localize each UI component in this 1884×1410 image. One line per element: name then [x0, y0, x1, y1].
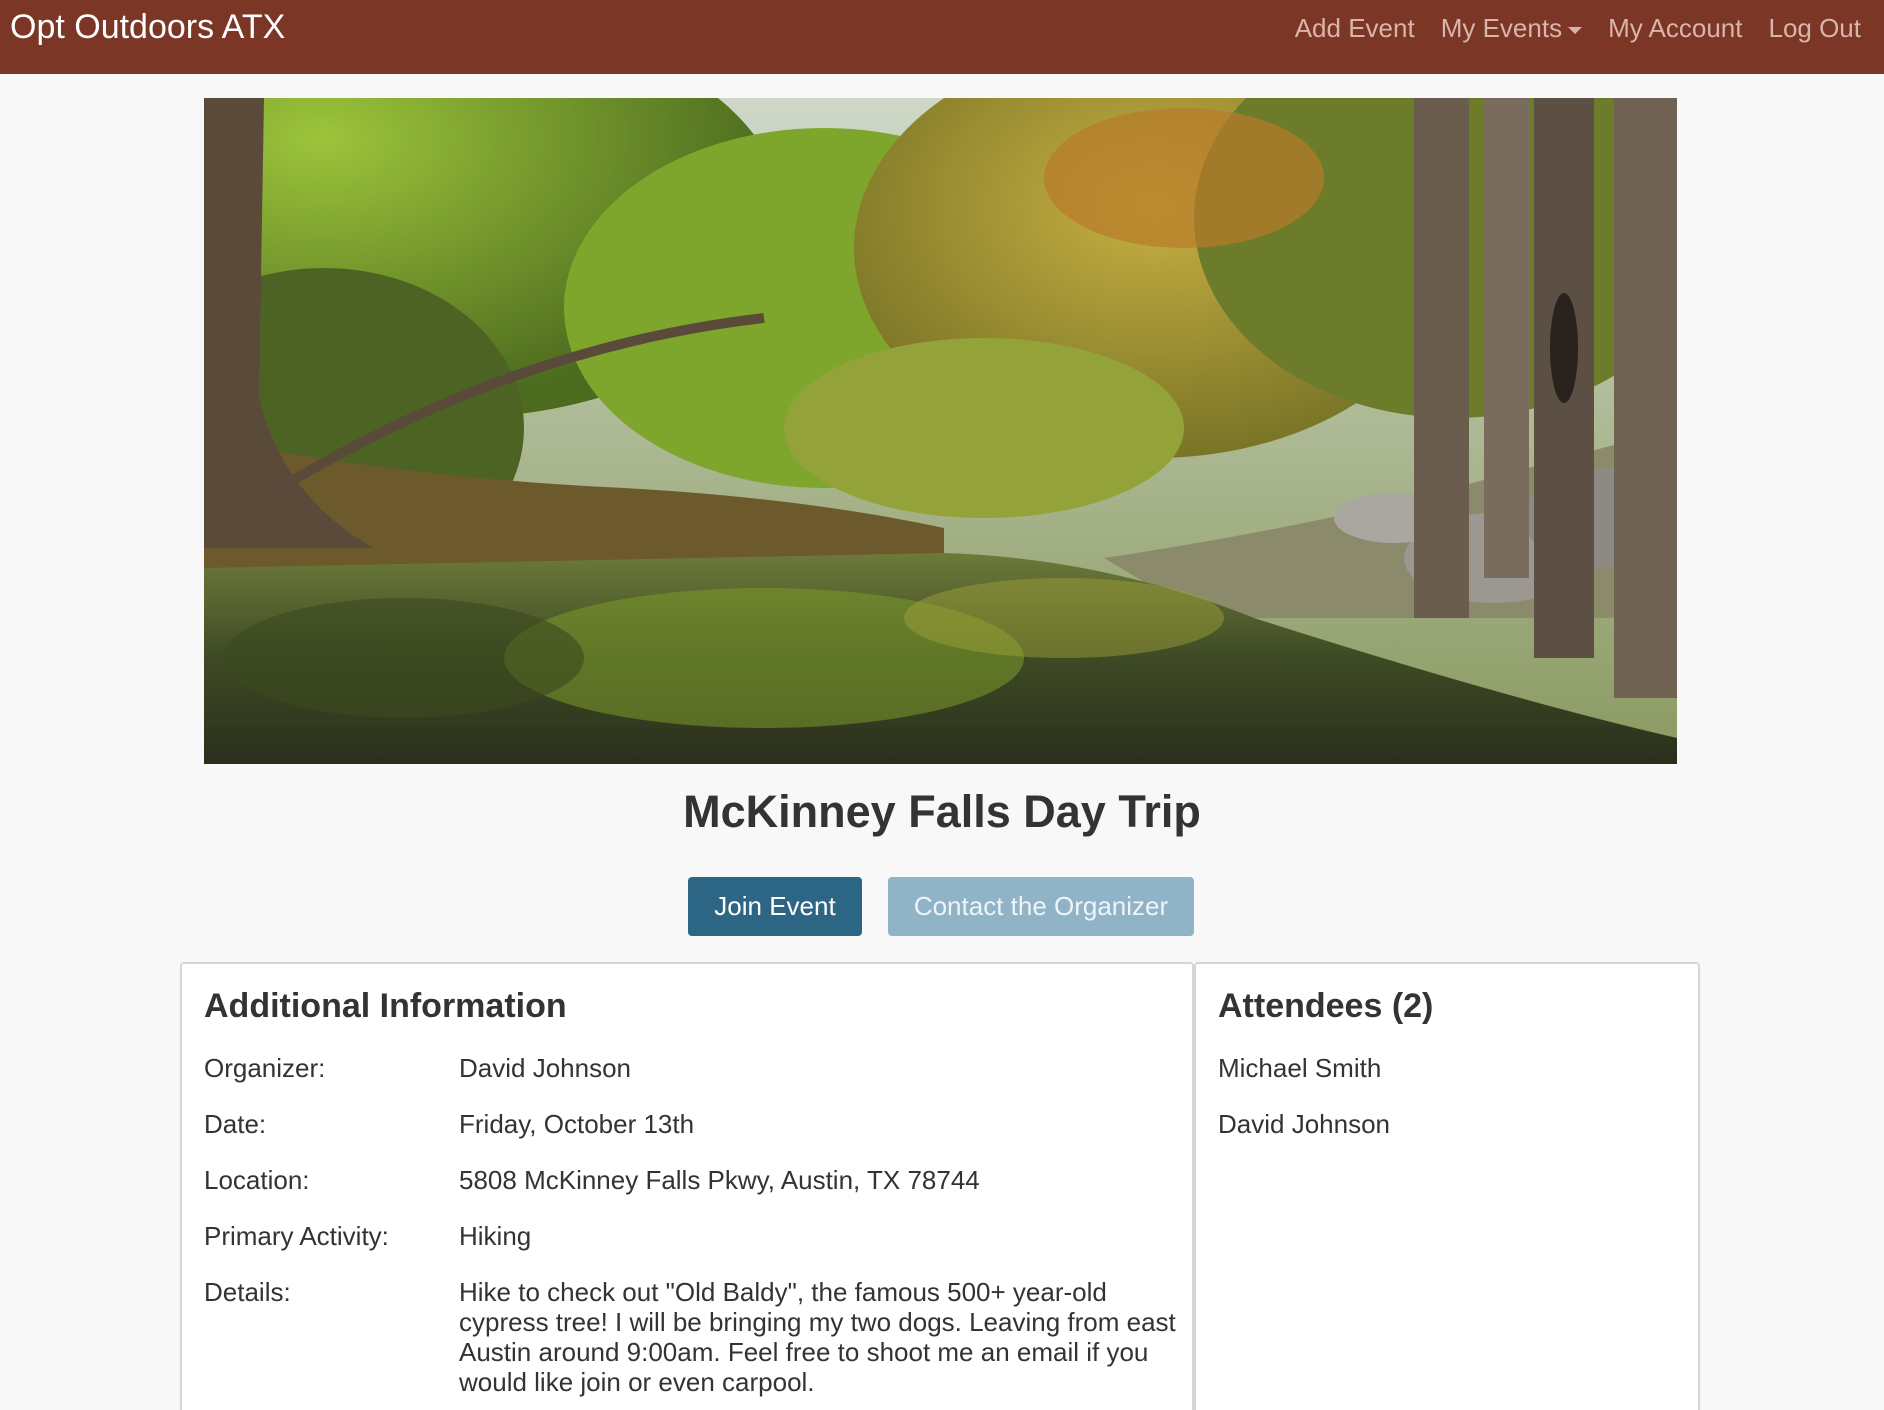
- info-value: Hike to check out "Old Baldy", the famou…: [459, 1277, 1176, 1397]
- info-label: Organizer:: [204, 1053, 326, 1083]
- additional-information-panel: Additional Information Organizer: David …: [180, 962, 1194, 1410]
- additional-information-heading: Additional Information: [204, 987, 567, 1025]
- info-label: Primary Activity:: [204, 1221, 389, 1251]
- attendees-heading: Attendees (2): [1218, 987, 1434, 1025]
- event-title: McKinney Falls Day Trip: [683, 786, 1201, 837]
- contact-organizer-button[interactable]: Contact the Organizer: [888, 877, 1194, 936]
- nav-links: Add Event My Events My Account Log Out: [1295, 13, 1861, 43]
- info-value: David Johnson: [459, 1053, 631, 1083]
- event-hero-image: [204, 98, 1677, 764]
- attendee-name[interactable]: Michael Smith: [1218, 1053, 1381, 1083]
- info-label: Location:: [204, 1165, 310, 1195]
- attendee-name[interactable]: David Johnson: [1218, 1109, 1390, 1139]
- nav-my-account[interactable]: My Account: [1608, 13, 1742, 43]
- nav-my-events-label: My Events: [1440, 13, 1563, 43]
- info-value: Friday, October 13th: [459, 1109, 695, 1139]
- info-value: Hiking: [459, 1221, 532, 1251]
- attendees-panel: Attendees (2) Michael Smith David Johnso…: [1194, 962, 1700, 1410]
- info-value: 5808 McKinney Falls Pkwy, Austin, TX 787…: [459, 1165, 980, 1195]
- caret-down-icon: [1568, 26, 1583, 34]
- top-navbar: Opt Outdoors ATX Add Event My Events My …: [0, 0, 1884, 74]
- brand-logo-link[interactable]: Opt Outdoors ATX: [10, 10, 285, 44]
- nav-log-out[interactable]: Log Out: [1768, 13, 1861, 43]
- info-label: Details:: [204, 1277, 291, 1307]
- nav-add-event[interactable]: Add Event: [1295, 13, 1415, 43]
- nav-my-events-dropdown[interactable]: My Events: [1440, 13, 1583, 43]
- info-label: Date:: [204, 1109, 267, 1139]
- join-event-button[interactable]: Join Event: [688, 877, 862, 936]
- forest-river-illustration: [204, 98, 1677, 764]
